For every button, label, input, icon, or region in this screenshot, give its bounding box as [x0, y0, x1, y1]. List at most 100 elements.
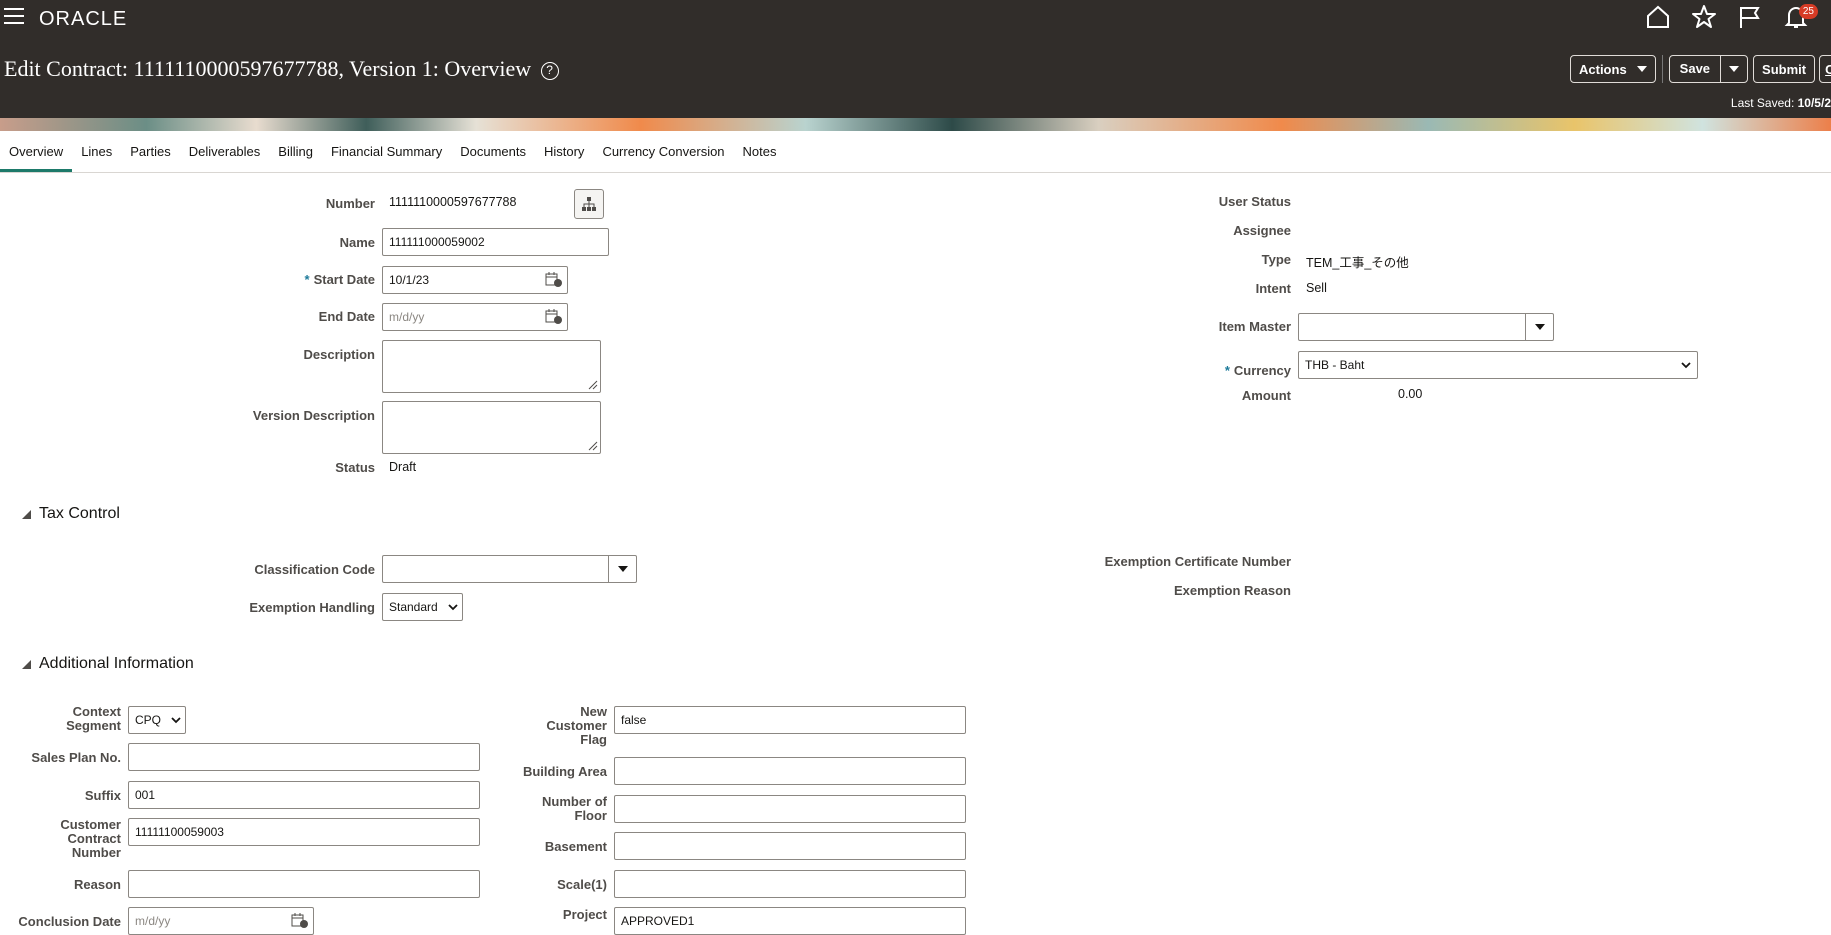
end-date-input[interactable]: m/d/yy	[382, 303, 568, 331]
resize-handle-icon[interactable]	[588, 441, 598, 451]
resize-handle-icon[interactable]	[588, 380, 598, 390]
number-value: 1111110000597677788	[389, 195, 517, 209]
amount-label: Amount	[1241, 388, 1291, 403]
tab-bar: Overview Lines Parties Deliverables Bill…	[0, 131, 1831, 173]
collapse-triangle-icon	[22, 509, 31, 519]
required-indicator: *	[304, 272, 310, 287]
name-input[interactable]: 111111000059002	[382, 228, 609, 256]
favorites-star-icon[interactable]	[1691, 4, 1717, 32]
chevron-down-icon	[1534, 324, 1545, 330]
context-segment-select[interactable]: CPQ	[128, 706, 186, 734]
sales-plan-input[interactable]	[128, 743, 480, 771]
type-value: TEM_工事_その他	[1306, 256, 1409, 270]
tab-parties[interactable]: Parties	[121, 131, 179, 172]
header-actions: Actions Save Submit Ca	[1570, 55, 1831, 83]
description-label: Description	[303, 347, 375, 362]
tab-financial-summary[interactable]: Financial Summary	[322, 131, 451, 172]
notifications-bell-icon[interactable]: 25	[1783, 4, 1818, 32]
conclusion-date-input[interactable]: m/d/yy	[128, 907, 314, 935]
item-master-dropdown-button[interactable]	[1525, 314, 1553, 340]
required-indicator: *	[1224, 363, 1230, 378]
start-date-input[interactable]: 10/1/23	[382, 266, 568, 294]
conclusion-date-label: Conclusion Date	[18, 914, 121, 929]
reason-input[interactable]	[128, 870, 480, 898]
description-textarea[interactable]	[382, 340, 601, 393]
submit-button[interactable]: Submit	[1753, 55, 1816, 83]
sales-plan-label: Sales Plan No.	[31, 750, 121, 765]
version-description-textarea[interactable]	[382, 401, 601, 454]
amount-value: 0.00	[1398, 387, 1423, 401]
tax-control-title: Tax Control	[39, 505, 120, 522]
exemption-handling-select[interactable]: Standard	[382, 593, 463, 621]
exemption-handling-label: Exemption Handling	[249, 600, 375, 615]
tab-documents[interactable]: Documents	[451, 131, 535, 172]
intent-label: Intent	[1255, 281, 1291, 296]
number-of-floor-input[interactable]	[614, 795, 966, 823]
actions-button[interactable]: Actions	[1570, 55, 1656, 83]
flag-icon[interactable]	[1737, 4, 1763, 32]
menu-icon[interactable]	[4, 8, 24, 24]
calendar-icon[interactable]	[545, 272, 563, 288]
chevron-down-icon	[1729, 66, 1740, 72]
chevron-down-icon	[448, 604, 458, 611]
oracle-logo[interactable]: ORACLE	[39, 8, 127, 31]
basement-label: Basement	[544, 839, 607, 854]
name-label: Name	[339, 235, 375, 250]
decorative-banner	[0, 118, 1831, 131]
additional-info-section-header[interactable]: Additional Information	[0, 655, 194, 673]
suffix-label: Suffix	[84, 788, 121, 803]
start-date-label: * Start Date	[305, 272, 375, 287]
tab-overview[interactable]: Overview	[0, 131, 73, 172]
tab-history[interactable]: History	[535, 131, 593, 172]
scale-input[interactable]	[614, 870, 966, 898]
end-date-placeholder: m/d/yy	[389, 310, 425, 324]
tab-notes[interactable]: Notes	[734, 131, 786, 172]
conclusion-date-placeholder: m/d/yy	[135, 914, 171, 928]
exemption-reason-label: Exemption Reason	[1173, 583, 1291, 598]
number-label: Number	[325, 196, 375, 211]
divider	[1661, 55, 1663, 83]
classification-code-dropdown-button[interactable]	[608, 556, 636, 582]
status-label: Status	[335, 460, 375, 475]
item-master-combobox[interactable]	[1298, 313, 1554, 341]
help-icon[interactable]: ?	[540, 61, 559, 80]
actions-label: Actions	[1579, 61, 1627, 77]
exemption-handling-value: Standard	[389, 600, 438, 614]
building-area-input[interactable]	[614, 757, 966, 785]
currency-label: * Currency	[1225, 363, 1291, 378]
currency-select[interactable]: THB - Baht	[1298, 351, 1698, 379]
project-input[interactable]: APPROVED1	[614, 907, 966, 935]
hierarchy-icon	[582, 197, 596, 211]
save-options-button[interactable]	[1721, 56, 1747, 82]
tab-currency-conversion[interactable]: Currency Conversion	[593, 131, 733, 172]
hierarchy-button[interactable]	[574, 189, 604, 219]
currency-value: THB - Baht	[1305, 358, 1365, 372]
chevron-down-icon	[1681, 362, 1691, 369]
page-title-text: Edit Contract: 1111110000597677788, Vers…	[4, 56, 532, 81]
context-segment-label: Context Segment	[66, 704, 121, 733]
save-split-button[interactable]: Save	[1668, 55, 1749, 83]
chevron-down-icon	[617, 566, 628, 572]
building-area-label: Building Area	[522, 764, 607, 779]
exemption-certificate-label: Exemption Certificate Number	[1104, 554, 1291, 569]
suffix-input[interactable]: 001	[128, 781, 480, 809]
new-customer-flag-input[interactable]: false	[614, 706, 966, 734]
tab-deliverables[interactable]: Deliverables	[180, 131, 270, 172]
page-title: Edit Contract: 1111110000597677788, Vers…	[4, 56, 559, 82]
tab-billing[interactable]: Billing	[269, 131, 322, 172]
additional-info-title: Additional Information	[39, 655, 194, 672]
notification-badge: 25	[1798, 4, 1818, 19]
calendar-icon[interactable]	[545, 309, 563, 325]
tax-control-section-header[interactable]: Tax Control	[0, 505, 120, 523]
customer-contract-number-input[interactable]: 11111100059003	[128, 818, 480, 846]
save-button[interactable]: Save	[1670, 56, 1722, 82]
version-description-label: Version Description	[252, 408, 375, 423]
context-segment-value: CPQ	[135, 713, 162, 727]
cancel-button[interactable]: Ca	[1819, 55, 1831, 83]
basement-input[interactable]	[614, 832, 966, 860]
calendar-icon[interactable]	[291, 913, 309, 929]
classification-code-combobox[interactable]	[382, 555, 637, 583]
home-icon[interactable]	[1645, 4, 1671, 32]
tab-lines[interactable]: Lines	[72, 131, 121, 172]
last-saved-value: 10/5/2	[1797, 96, 1831, 110]
